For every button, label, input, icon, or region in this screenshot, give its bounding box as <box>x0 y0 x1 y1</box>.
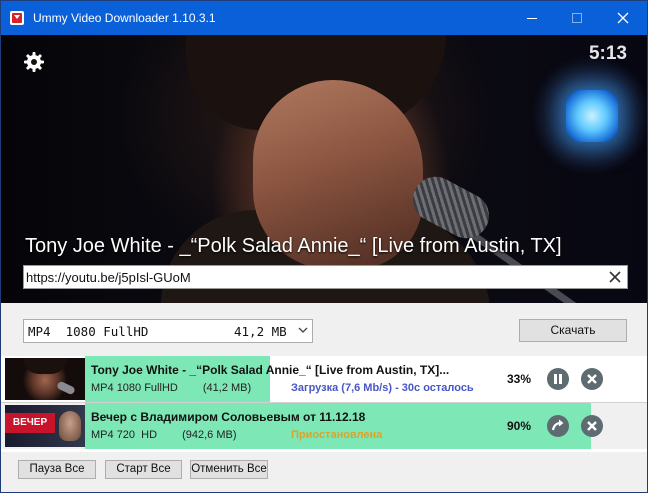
close-circle-icon <box>587 374 597 384</box>
download-size: (942,6 MB) <box>182 429 237 441</box>
close-icon[interactable] <box>608 270 622 284</box>
format-type: MP4 1080 FullHD <box>28 324 149 339</box>
footer-toolbar: Пауза Все Старт Все Отменить Все <box>1 452 647 492</box>
download-percent: 33% <box>506 372 531 386</box>
resume-button[interactable] <box>547 415 569 437</box>
video-thumbnail: ВЕЧЕР <box>5 405 85 447</box>
download-status: Загрузка (7,6 Mb/s) - 30с осталось <box>291 382 474 394</box>
cancel-download-button[interactable] <box>581 368 603 390</box>
download-button[interactable]: Скачать <box>519 319 627 342</box>
resume-arrow-icon <box>551 419 564 431</box>
url-input[interactable] <box>26 267 596 287</box>
video-title: Tony Joe White - _“Polk Salad Annie_“ [L… <box>25 235 562 257</box>
minimize-button[interactable] <box>509 1 555 35</box>
video-duration: 5:13 <box>588 43 627 64</box>
maximize-icon <box>572 13 582 23</box>
thumbnail-microphone <box>56 380 76 396</box>
close-window-button[interactable] <box>600 1 646 35</box>
list-item[interactable]: Tony Joe White - _“Polk Salad Annie_“ [L… <box>1 356 647 402</box>
thumbnail-brand: ВЕЧЕР <box>5 413 55 433</box>
minimize-icon <box>527 18 537 19</box>
maximize-button[interactable] <box>554 1 600 35</box>
chevron-down-icon <box>298 327 308 333</box>
start-all-button[interactable]: Старт Все <box>105 460 182 479</box>
gear-icon[interactable] <box>24 52 44 72</box>
pause-all-button[interactable]: Пауза Все <box>18 460 96 479</box>
format-dropdown[interactable]: MP4 1080 FullHD 41,2 MB <box>23 319 313 343</box>
download-meta: MP4 1080 FullHD (41,2 MB) <box>91 382 251 394</box>
pause-icon <box>554 374 562 384</box>
downloads-list: Tony Joe White - _“Polk Salad Annie_“ [L… <box>1 356 647 452</box>
close-circle-icon <box>587 421 597 431</box>
download-meta: MP4 720 HD (942,6 MB) <box>91 429 237 441</box>
close-icon <box>617 12 629 24</box>
video-thumbnail <box>5 358 85 400</box>
video-preview[interactable]: 5:13 Tony Joe White - _“Polk Salad Annie… <box>1 35 647 303</box>
download-format: MP4 <box>91 429 114 441</box>
app-logo-icon <box>10 11 24 25</box>
download-size: (41,2 MB) <box>202 382 252 394</box>
download-quality: 720 HD <box>116 429 158 441</box>
cancel-download-button[interactable] <box>581 415 603 437</box>
download-percent: 90% <box>506 419 531 433</box>
format-panel: MP4 1080 FullHD 41,2 MB Скачать <box>1 303 647 356</box>
download-quality: 1080 FullHD <box>116 382 178 394</box>
url-field[interactable] <box>23 265 628 289</box>
download-title: Вечер с Владимиром Соловьевым от 11.12.1… <box>91 410 366 424</box>
thumbnail-hair <box>23 358 67 374</box>
cancel-all-button[interactable]: Отменить Все <box>190 460 268 479</box>
app-window: Ummy Video Downloader 1.10.3.1 5:13 Tony… <box>0 0 648 493</box>
window-title: Ummy Video Downloader 1.10.3.1 <box>33 11 216 25</box>
pause-button[interactable] <box>547 368 569 390</box>
list-item[interactable]: ВЕЧЕР Вечер с Владимиром Соловьевым от 1… <box>1 403 647 449</box>
thumbnail-host <box>59 411 81 441</box>
format-size: 41,2 MB <box>234 324 287 339</box>
download-title: Tony Joe White - _“Polk Salad Annie_“ [L… <box>91 363 450 377</box>
video-frame-stage-light <box>566 90 618 142</box>
download-format: MP4 <box>91 382 114 394</box>
title-bar: Ummy Video Downloader 1.10.3.1 <box>1 1 647 35</box>
download-status: Приостановлена <box>291 429 383 441</box>
